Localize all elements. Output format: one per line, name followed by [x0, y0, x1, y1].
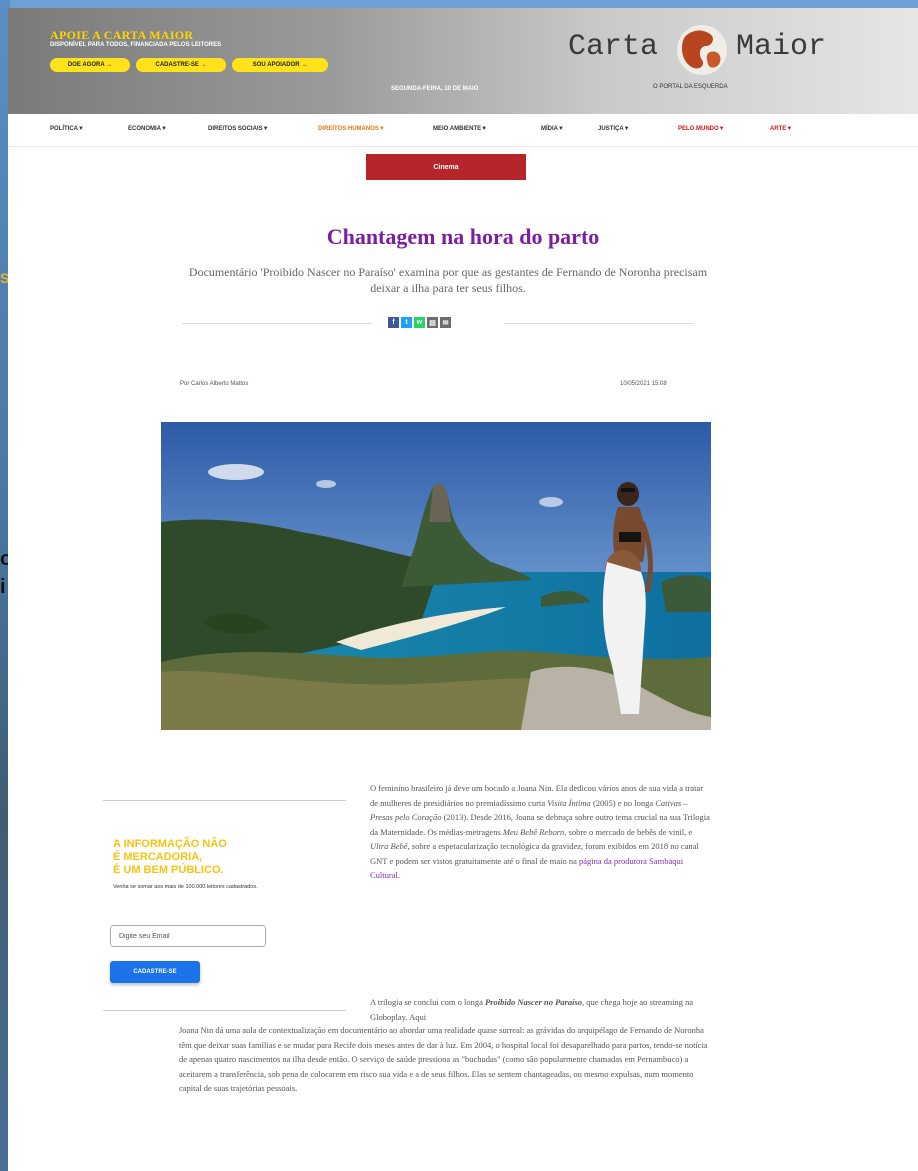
newsletter-title: A INFORMAÇÃO NÃO É MERCADORIA, É UM BEM … — [113, 838, 313, 877]
current-date: SEGUNDA-FEIRA, 10 DE MAIO — [391, 86, 479, 92]
text-run: Proibido Nascer no Paraíso — [484, 997, 583, 1007]
share-buttons: f t w ▤ ✉ — [388, 317, 451, 328]
newsletter-title-line: É UM BEM PÚBLICO. — [113, 864, 224, 876]
support-banner-title: APOIE A CARTA MAIOR — [50, 28, 194, 42]
article-paragraph: A trilogia se conclui com o longa Proibi… — [370, 995, 710, 1024]
nav-item-justica[interactable]: JUSTIÇA▼ — [598, 126, 630, 132]
print-icon[interactable]: ▤ — [427, 317, 438, 328]
text-run: (2005) e no longa — [590, 797, 656, 808]
article-headline: Chantagem na hora do parto — [326, 224, 600, 249]
divider — [504, 323, 694, 324]
twitter-icon[interactable]: t — [401, 317, 412, 328]
nav-item-meio-ambiente[interactable]: MEIO AMBIENTE▼ — [433, 126, 487, 132]
facebook-icon[interactable]: f — [388, 317, 399, 328]
article-byline: Por Carlos Alberto Mattos — [180, 381, 249, 387]
divider — [103, 800, 346, 801]
divider — [103, 1010, 346, 1011]
donate-now-button[interactable]: DOE AGORA → — [50, 58, 130, 72]
newsletter-title-line: A INFORMAÇÃO NÃO — [113, 838, 227, 850]
nav-item-direitos-humanos[interactable]: DIREITOS HUMANOS▼ — [318, 126, 385, 132]
email-icon[interactable]: ✉ — [440, 317, 451, 328]
article-paragraph: O feminino brasileiro já deve um bocado … — [370, 781, 710, 883]
article-date: 10/05/2021 15:08 — [620, 381, 667, 387]
nav-item-arte[interactable]: ARTE▼ — [770, 126, 792, 132]
text-run: . — [397, 870, 400, 880]
nav-item-direitos-sociais[interactable]: DIREITOS SOCIAIS▼ — [208, 126, 269, 132]
globe-logo-icon[interactable] — [676, 24, 728, 76]
site-header: APOIE A CARTA MAIOR DISPONÍVEL PARA TODO… — [8, 8, 918, 114]
text-run: Meu Bebê Reborn — [502, 826, 565, 837]
text-run: , sobre o mercado de bebês de vinil, e — [564, 826, 693, 837]
article-subtitle: Documentário 'Proibido Nascer no Paraíso… — [188, 265, 708, 295]
nav-item-pelo-mundo[interactable]: PELO MUNDO▼ — [678, 126, 725, 132]
newsletter-title-line: É MERCADORIA, — [113, 851, 203, 863]
supporter-button[interactable]: SOU APOIADOR → — [232, 58, 328, 72]
logo-text-left[interactable]: Carta — [568, 30, 658, 64]
article-photo — [161, 422, 711, 730]
article-paragraph: Joana Nin dá uma aula de contextualizaçã… — [179, 1025, 708, 1093]
register-button[interactable]: CADASTRE-SE → — [136, 58, 226, 72]
text-run: Ultra Bebê — [370, 841, 408, 851]
main-navigation: POLÍTICA▼ ECONOMIA▼ DIREITOS SOCIAIS▼ DI… — [8, 114, 918, 147]
email-field[interactable] — [110, 925, 266, 947]
newsletter-subtitle: Venha se somar aos mais de 100.000 leito… — [113, 884, 258, 890]
text-run: A trilogia se conclui com o longa — [370, 997, 485, 1007]
nav-item-economia[interactable]: ECONOMIA▼ — [128, 126, 167, 132]
whatsapp-icon[interactable]: w — [414, 317, 425, 328]
nav-item-midia[interactable]: MÍDIA▼ — [541, 126, 564, 132]
signup-button[interactable]: CADASTRE-SE — [110, 961, 200, 983]
logo-tagline: O PORTAL DA ESQUERDA — [653, 84, 728, 90]
logo-text-right[interactable]: Maior — [736, 30, 826, 64]
category-badge[interactable]: Cinema — [366, 154, 526, 180]
nav-item-politica[interactable]: POLÍTICA▼ — [50, 126, 84, 132]
text-run: Visita Íntima — [547, 797, 591, 808]
browser-page: APOIE A CARTA MAIOR DISPONÍVEL PARA TODO… — [8, 8, 918, 1171]
divider — [182, 323, 372, 324]
support-banner-subtitle: DISPONÍVEL PARA TODOS, FINANCIADA PELOS … — [50, 42, 222, 48]
